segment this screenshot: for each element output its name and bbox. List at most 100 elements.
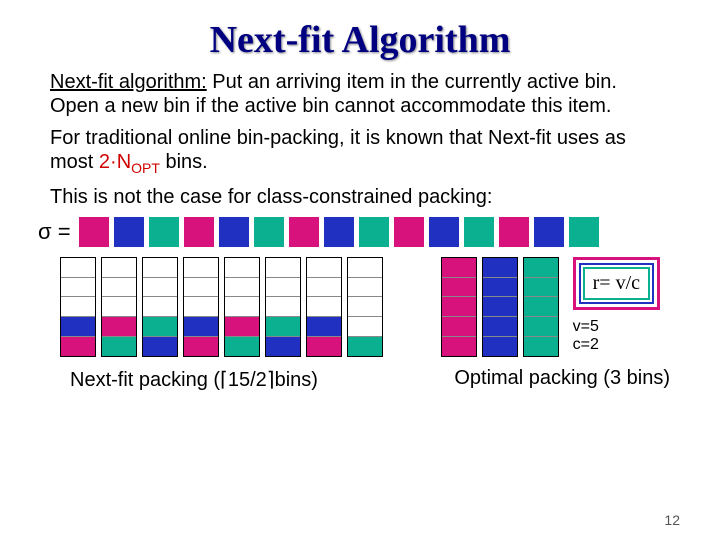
- bin: [101, 257, 137, 357]
- slot: [524, 316, 558, 336]
- slot: [102, 277, 136, 297]
- slot: [225, 316, 259, 336]
- slot: [61, 277, 95, 297]
- slot: [225, 336, 259, 356]
- slot: [61, 258, 95, 277]
- sigma-sequence-row: σ =: [38, 217, 690, 247]
- slot: [348, 258, 382, 277]
- sigma-item: [429, 217, 459, 247]
- slot: [184, 336, 218, 356]
- slot: [225, 258, 259, 277]
- slot: [442, 258, 476, 277]
- slot: [102, 258, 136, 277]
- slot: [524, 296, 558, 316]
- sigma-item: [464, 217, 494, 247]
- slot: [307, 316, 341, 336]
- nextfit-caption: Next-fit packing (⌈15/2⌉bins): [70, 367, 318, 392]
- sigma-item: [289, 217, 319, 247]
- bins-area: r= v/c v=5c=2: [60, 257, 660, 357]
- slot: [184, 277, 218, 297]
- sigma-item: [534, 217, 564, 247]
- slot: [184, 296, 218, 316]
- slot: [524, 336, 558, 356]
- paragraph-bound: For traditional online bin-packing, it i…: [50, 126, 670, 177]
- sigma-item: [359, 217, 389, 247]
- vc-label: v=5c=2: [573, 318, 660, 354]
- slot: [143, 296, 177, 316]
- slot: [225, 277, 259, 297]
- nextfit-bins: [60, 257, 383, 357]
- sigma-item: [254, 217, 284, 247]
- slot: [524, 258, 558, 277]
- bin: [482, 257, 518, 357]
- bin: [347, 257, 383, 357]
- bound-red: 2·NOPT: [99, 151, 160, 173]
- slot: [61, 316, 95, 336]
- bin: [183, 257, 219, 357]
- bin: [60, 257, 96, 357]
- slot: [143, 277, 177, 297]
- slot: [225, 296, 259, 316]
- slot: [102, 316, 136, 336]
- slot: [184, 258, 218, 277]
- slot: [348, 316, 382, 336]
- slot: [143, 258, 177, 277]
- sigma-item: [394, 217, 424, 247]
- optimal-bins: [441, 257, 559, 357]
- slot: [266, 296, 300, 316]
- sigma-item: [149, 217, 179, 247]
- paragraph-caveat: This is not the case for class-constrain…: [50, 185, 670, 209]
- slot: [102, 296, 136, 316]
- slot: [348, 336, 382, 356]
- sigma-item: [114, 217, 144, 247]
- slot: [184, 316, 218, 336]
- slot: [483, 316, 517, 336]
- slot: [483, 296, 517, 316]
- slot: [266, 316, 300, 336]
- sigma-label: σ =: [38, 219, 71, 245]
- slide-title: Next-fit Algorithm: [30, 18, 690, 62]
- slot: [307, 258, 341, 277]
- slot: [348, 296, 382, 316]
- ratio-box: r= v/c: [573, 257, 660, 310]
- slot: [143, 316, 177, 336]
- sigma-item: [324, 217, 354, 247]
- sigma-item: [499, 217, 529, 247]
- bin: [224, 257, 260, 357]
- sigma-sequence: [79, 217, 604, 247]
- slot: [483, 258, 517, 277]
- def-lead: Next-fit algorithm:: [50, 71, 207, 93]
- sigma-item: [569, 217, 599, 247]
- bin: [265, 257, 301, 357]
- captions-row: Next-fit packing (⌈15/2⌉bins) Optimal pa…: [70, 367, 670, 392]
- sigma-item: [219, 217, 249, 247]
- bin: [142, 257, 178, 357]
- slot: [442, 296, 476, 316]
- slot: [524, 277, 558, 297]
- sigma-item: [184, 217, 214, 247]
- bin: [523, 257, 559, 357]
- slot: [442, 316, 476, 336]
- slot: [61, 296, 95, 316]
- slot: [266, 258, 300, 277]
- right-group: r= v/c v=5c=2: [441, 257, 660, 357]
- slot: [442, 277, 476, 297]
- slot: [483, 277, 517, 297]
- slot: [307, 296, 341, 316]
- slot: [266, 277, 300, 297]
- slot: [307, 336, 341, 356]
- slot: [102, 336, 136, 356]
- slot: [266, 336, 300, 356]
- ratio-block: r= v/c v=5c=2: [573, 257, 660, 354]
- bin: [441, 257, 477, 357]
- slot: [307, 277, 341, 297]
- slot: [442, 336, 476, 356]
- paragraph-definition: Next-fit algorithm: Put an arriving item…: [50, 70, 670, 118]
- slot: [61, 336, 95, 356]
- slot: [143, 336, 177, 356]
- slot: [348, 277, 382, 297]
- page-number: 12: [664, 512, 680, 528]
- slot: [483, 336, 517, 356]
- bound-text-b: bins.: [160, 151, 208, 173]
- optimal-caption: Optimal packing (3 bins): [454, 367, 670, 392]
